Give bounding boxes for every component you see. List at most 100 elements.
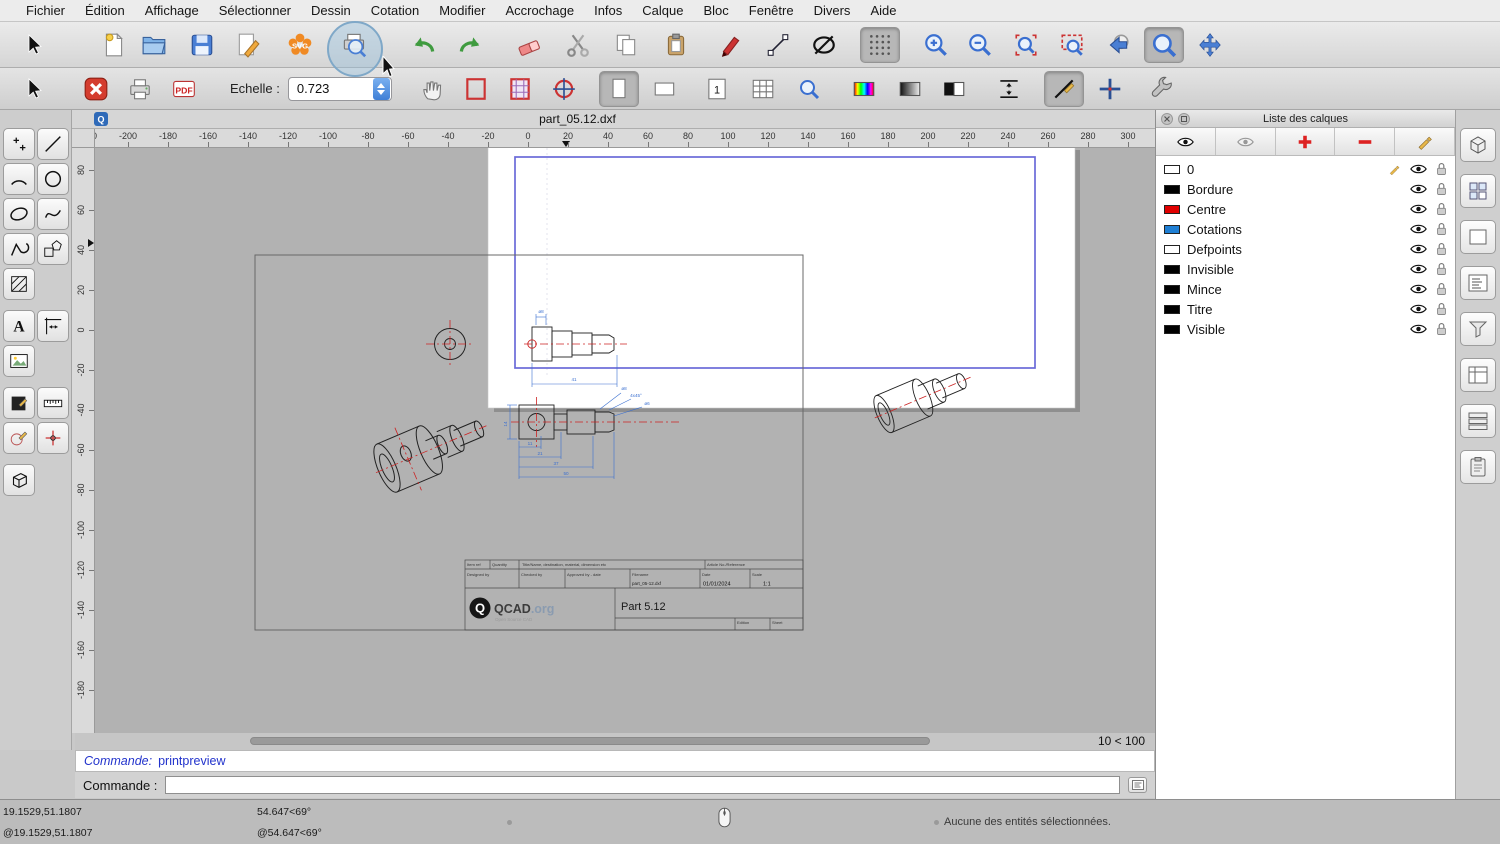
image-tool-button[interactable]	[3, 345, 35, 377]
print-settings-button[interactable]	[1142, 71, 1182, 107]
hairline-mode-button[interactable]	[989, 71, 1029, 107]
selection-tool-2-button[interactable]	[14, 71, 54, 107]
layer-visibility-eye-icon[interactable]	[1410, 223, 1427, 235]
block-list-toggle-button[interactable]	[1460, 174, 1496, 208]
layer-lock-icon[interactable]	[1436, 182, 1447, 196]
menu-infos[interactable]: Infos	[584, 3, 632, 18]
layer-lock-icon[interactable]	[1436, 242, 1447, 256]
svg-export-button[interactable]: SVG	[280, 27, 320, 63]
modify-tools-button[interactable]	[3, 422, 35, 454]
single-page-mode-button[interactable]: 1	[697, 71, 737, 107]
toggle-layer-visibility-button[interactable]	[1156, 128, 1216, 155]
menu-modifier[interactable]: Modifier	[429, 3, 495, 18]
panel-close-icon[interactable]	[1161, 112, 1173, 125]
line-two-points-button[interactable]	[758, 27, 798, 63]
add-layer-button[interactable]	[1276, 128, 1336, 155]
layer-color-swatch[interactable]	[1164, 204, 1180, 214]
layer-visibility-eye-icon[interactable]	[1410, 183, 1427, 195]
selection-tool-button[interactable]	[14, 27, 54, 63]
cut-button[interactable]	[558, 27, 598, 63]
center-print-area-button[interactable]	[544, 71, 584, 107]
landscape-orientation-button[interactable]	[645, 71, 685, 107]
layer-lock-icon[interactable]	[1436, 202, 1447, 216]
window-zoom-button[interactable]	[1144, 26, 1184, 63]
page-borders-button[interactable]	[456, 71, 496, 107]
layer-visibility-eye-icon[interactable]	[1410, 303, 1427, 315]
layer-row-titre[interactable]: Titre	[1156, 299, 1455, 319]
command-input[interactable]	[165, 776, 1120, 794]
snap-tools-button[interactable]	[37, 422, 69, 454]
layer-lock-icon[interactable]	[1436, 282, 1447, 296]
pdf-export-button[interactable]: PDF	[164, 71, 204, 107]
toggle-all-layers-button[interactable]	[1216, 128, 1276, 155]
layer-lock-icon[interactable]	[1436, 222, 1447, 236]
measure-tools-button[interactable]	[37, 387, 69, 419]
circle-tools-button[interactable]	[37, 163, 69, 195]
grayscale-mode-button[interactable]	[890, 71, 930, 107]
auto-fit-drawing-button[interactable]	[412, 71, 452, 107]
panel-undock-icon[interactable]	[1178, 112, 1190, 125]
layer-color-swatch[interactable]	[1164, 244, 1180, 254]
drawing-canvas[interactable]: Item ref Quantity Title/Name, destinatio…	[95, 148, 1155, 733]
dimension-tools-button[interactable]	[37, 310, 69, 342]
ellipse-tools-button[interactable]	[3, 198, 35, 230]
library-browser-toggle-button[interactable]	[1460, 358, 1496, 392]
print-margins-button[interactable]	[500, 71, 540, 107]
portrait-orientation-button[interactable]	[598, 70, 639, 107]
layer-row-cotations[interactable]: Cotations	[1156, 219, 1455, 239]
layer-visibility-eye-icon[interactable]	[1410, 203, 1427, 215]
delete-entities-button[interactable]	[508, 27, 548, 63]
scale-stepper[interactable]	[372, 77, 390, 100]
layer-row-mince[interactable]: Mince	[1156, 279, 1455, 299]
menu-bloc[interactable]: Bloc	[693, 3, 738, 18]
undo-button[interactable]	[404, 27, 444, 63]
full-color-mode-button[interactable]	[844, 71, 884, 107]
lineweight-scale-button[interactable]	[1043, 70, 1084, 107]
close-print-preview-button[interactable]	[76, 71, 116, 107]
layer-lock-icon[interactable]	[1436, 162, 1447, 176]
previous-view-button[interactable]	[1098, 27, 1138, 63]
layer-color-swatch[interactable]	[1164, 184, 1180, 194]
viewport-tools-button[interactable]	[3, 464, 35, 496]
menu-selectionner[interactable]: Sélectionner	[209, 3, 301, 18]
layer-row-bordure[interactable]: Bordure	[1156, 179, 1455, 199]
layer-row-centre[interactable]: Centre	[1156, 199, 1455, 219]
polyline-tools-button[interactable]	[3, 233, 35, 265]
save-file-button[interactable]	[182, 27, 222, 63]
layer-color-swatch[interactable]	[1164, 284, 1180, 294]
redo-button[interactable]	[450, 27, 490, 63]
copy-button[interactable]	[606, 27, 646, 63]
pan-button[interactable]	[1190, 27, 1230, 63]
black-white-mode-button[interactable]	[934, 71, 974, 107]
property-editor-toggle-button[interactable]	[1460, 128, 1496, 162]
menu-cotation[interactable]: Cotation	[361, 3, 429, 18]
layer-lock-icon[interactable]	[1436, 262, 1447, 276]
layer-visibility-eye-icon[interactable]	[1410, 323, 1427, 335]
layer-visibility-eye-icon[interactable]	[1410, 243, 1427, 255]
spline-tools-button[interactable]	[37, 198, 69, 230]
print-button[interactable]	[120, 71, 160, 107]
document-tab-title[interactable]: part_05.12.dxf	[539, 112, 616, 126]
menu-aide[interactable]: Aide	[860, 3, 906, 18]
command-options-button[interactable]	[1128, 777, 1147, 793]
layer-list-toggle-button[interactable]	[1460, 404, 1496, 438]
selection-filter-toggle-button[interactable]	[1460, 312, 1496, 346]
remove-layer-button[interactable]	[1335, 128, 1396, 155]
menu-dessin[interactable]: Dessin	[301, 3, 361, 18]
menu-calque[interactable]: Calque	[632, 3, 693, 18]
menu-divers[interactable]: Divers	[804, 3, 861, 18]
menu-accrochage[interactable]: Accrochage	[495, 3, 584, 18]
zoom-in-button[interactable]	[916, 27, 956, 63]
layer-lock-icon[interactable]	[1436, 302, 1447, 316]
layer-row-visible[interactable]: Visible	[1156, 319, 1455, 339]
layer-color-swatch[interactable]	[1164, 264, 1180, 274]
auto-zoom-button[interactable]	[1006, 27, 1046, 63]
menu-affichage[interactable]: Affichage	[135, 3, 209, 18]
horizontal-scrollbar[interactable]	[250, 737, 930, 745]
view-list-toggle-button[interactable]	[1460, 220, 1496, 254]
layer-row-defpoints[interactable]: Defpoints	[1156, 239, 1455, 259]
zoom-out-button[interactable]	[960, 27, 1000, 63]
layer-visibility-eye-icon[interactable]	[1410, 283, 1427, 295]
menu-edition[interactable]: Édition	[75, 3, 135, 18]
layer-color-swatch[interactable]	[1164, 324, 1180, 334]
